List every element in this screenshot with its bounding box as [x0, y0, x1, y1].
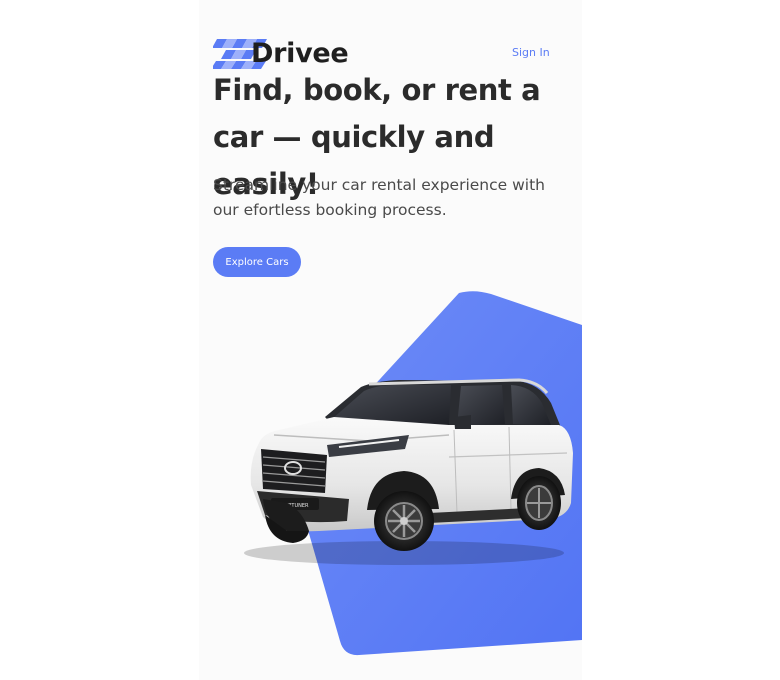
- hero-car-illustration: FORTUNER: [244, 291, 582, 656]
- brand-name: Drivee: [251, 38, 349, 69]
- mobile-screen: Drivee Sign In Find, book, or rent a car…: [199, 0, 582, 680]
- explore-cars-button[interactable]: Explore Cars: [213, 247, 301, 277]
- sign-in-link[interactable]: Sign In: [512, 46, 550, 59]
- brand-logo[interactable]: Drivee: [213, 38, 373, 70]
- hero-subtext: Streamline your car rental experience wi…: [213, 176, 546, 219]
